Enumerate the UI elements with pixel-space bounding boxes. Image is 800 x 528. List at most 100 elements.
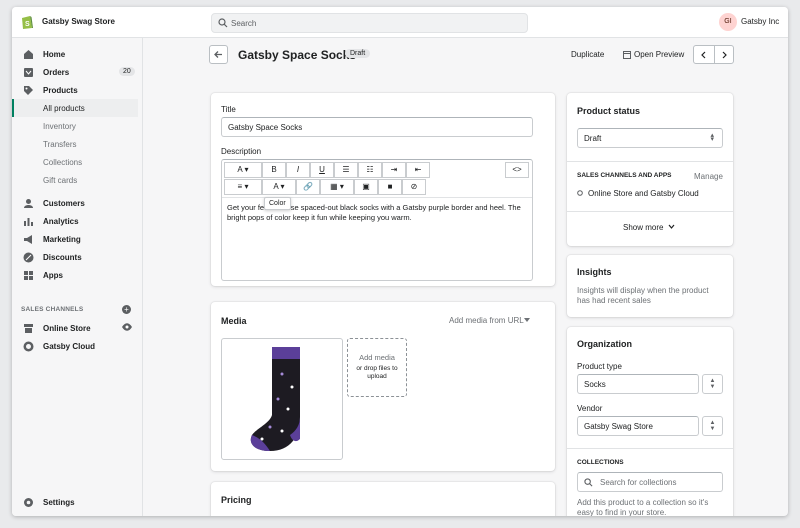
sales-channels-heading: SALES CHANNELS <box>21 306 84 313</box>
sidebar-item-discounts[interactable]: Discounts <box>12 248 143 266</box>
channel-status-circle-icon <box>577 190 583 196</box>
underline-button[interactable]: U <box>310 162 334 178</box>
text-color-dropdown[interactable]: A ▾ <box>262 179 296 195</box>
sidebar-item-home[interactable]: Home <box>12 45 143 63</box>
product-type-label: Product type <box>577 362 622 371</box>
megaphone-icon <box>24 235 32 244</box>
sidebar-item-customers[interactable]: Customers <box>12 194 143 212</box>
insert-image-button[interactable]: ▣ <box>354 179 378 195</box>
numbered-list-button[interactable]: ☷ <box>358 162 382 178</box>
org-divider <box>567 448 733 449</box>
italic-button[interactable]: I <box>286 162 310 178</box>
search-placeholder: Search <box>231 19 257 28</box>
description-editor[interactable]: A ▾ B I U ☰ ☷ ⇥ ⇤ <> ≡ ▾ A ▾ 🔗 ▦ ▾ ▣ ■ ⊘… <box>221 159 533 281</box>
discount-icon <box>23 252 34 263</box>
status-select[interactable]: Draft ▴ ▾ <box>577 128 723 148</box>
back-button[interactable] <box>209 45 228 64</box>
clear-format-button[interactable]: ⊘ <box>402 179 426 195</box>
sidebar-item-transfers[interactable]: Transfers <box>12 135 143 153</box>
search-icon <box>584 478 593 487</box>
align-dropdown[interactable]: ≡ ▾ <box>224 179 262 195</box>
gatsby-icon <box>23 341 34 352</box>
vendor-value: Gatsby Swag Store <box>584 422 653 431</box>
status-divider-2 <box>567 211 733 212</box>
product-status-title: Product status <box>577 106 641 116</box>
sidebar-item-collections[interactable]: Collections <box>12 153 143 171</box>
chevron-left-icon[interactable] <box>700 51 708 59</box>
vendor-input[interactable]: Gatsby Swag Store <box>577 416 699 436</box>
vendor-selector[interactable]: ▲ ▼ <box>702 416 723 436</box>
sidebar-item-orders[interactable]: Orders 20 <box>12 63 143 81</box>
bullet-list-button[interactable]: ☰ <box>334 162 358 178</box>
sidebar: Home Orders 20 Products All products Inv… <box>12 38 143 516</box>
insert-video-button[interactable]: ■ <box>378 179 402 195</box>
main-content: Gatsby Space Socks Draft Duplicate Open … <box>143 38 788 516</box>
media-card: Media Add media from URL Add media or dr… <box>211 302 555 471</box>
svg-text:S: S <box>25 21 30 28</box>
eye-icon[interactable] <box>122 323 132 331</box>
manage-channels-link[interactable]: Manage <box>694 172 723 181</box>
insights-title: Insights <box>577 267 612 277</box>
sidebar-item-settings[interactable]: Settings <box>12 493 143 511</box>
bold-button[interactable]: B <box>262 162 286 178</box>
status-select-value: Draft <box>584 134 602 143</box>
add-channel-icon[interactable]: + <box>122 305 131 314</box>
product-status-card: Product status Draft ▴ ▾ SALES CHANNELS A… <box>567 93 733 246</box>
select-arrows-icon: ▴ ▾ <box>710 132 714 143</box>
orders-icon <box>24 68 33 77</box>
arrow-left-icon <box>214 51 222 58</box>
indent-button[interactable]: ⇥ <box>382 162 406 178</box>
caret-down-icon <box>524 318 530 322</box>
code-view-button[interactable]: <> <box>505 162 529 178</box>
sidebar-item-label: Orders <box>43 68 70 77</box>
sidebar-item-label: Collections <box>43 158 83 167</box>
show-more-button[interactable]: Show more <box>623 223 663 232</box>
insights-card: Insights Insights will display when the … <box>567 255 733 317</box>
title-input[interactable]: Gatsby Space Socks <box>221 117 533 137</box>
avatar[interactable]: GI <box>719 13 737 31</box>
insights-text: Insights will display when the product h… <box>577 286 709 305</box>
product-image-sock[interactable] <box>221 338 343 460</box>
duplicate-button[interactable]: Duplicate <box>571 50 604 59</box>
product-type-value: Socks <box>584 380 606 389</box>
product-details-card: Title Gatsby Space Socks Description A ▾… <box>211 93 555 286</box>
sidebar-item-products[interactable]: Products <box>12 81 143 99</box>
product-type-selector[interactable]: ▲ ▼ <box>702 374 723 394</box>
font-dropdown[interactable]: A ▾ <box>224 162 262 178</box>
collections-search-input[interactable]: Search for collections <box>577 472 723 492</box>
sidebar-item-apps[interactable]: Apps <box>12 266 143 284</box>
sidebar-item-label: All products <box>43 104 85 113</box>
pagination <box>693 45 734 64</box>
account-name[interactable]: Gatsby Inc <box>741 17 779 26</box>
bar-chart-icon <box>24 218 33 226</box>
sidebar-item-analytics[interactable]: Analytics <box>12 212 143 230</box>
pricing-title: Pricing <box>221 495 252 505</box>
sidebar-item-gift-cards[interactable]: Gift cards <box>12 171 143 189</box>
dropzone-hint: or drop files to upload <box>356 365 398 380</box>
chevron-right-icon[interactable] <box>720 51 728 59</box>
sidebar-item-label: Customers <box>43 199 85 208</box>
status-badge: Draft <box>345 49 371 58</box>
sidebar-item-all-products[interactable]: All products <box>12 99 138 117</box>
sidebar-item-gatsby-cloud[interactable]: Gatsby Cloud <box>12 337 143 355</box>
sidebar-item-inventory[interactable]: Inventory <box>12 117 143 135</box>
media-dropzone[interactable]: Add media or drop files to upload <box>347 338 407 397</box>
sidebar-item-label: Apps <box>43 271 63 280</box>
search-bar[interactable]: Search <box>211 13 528 33</box>
sidebar-item-label: Products <box>43 86 78 95</box>
link-button[interactable]: 🔗 <box>296 179 320 195</box>
add-media-url-button[interactable]: Add media from URL <box>449 316 524 325</box>
pager-divider <box>714 46 715 63</box>
orders-count-badge: 20 <box>119 67 135 76</box>
sidebar-item-label: Settings <box>43 498 75 507</box>
table-dropdown[interactable]: ▦ ▾ <box>320 179 354 195</box>
sidebar-item-label: Home <box>43 50 66 59</box>
store-icon <box>24 324 33 333</box>
outdent-button[interactable]: ⇤ <box>406 162 430 178</box>
gear-icon <box>24 498 33 507</box>
product-type-input[interactable]: Socks <box>577 374 699 394</box>
collections-help-text: Add this product to a collection so it's… <box>577 498 709 516</box>
store-name[interactable]: Gatsby Swag Store <box>42 17 115 26</box>
open-preview-button[interactable]: Open Preview <box>634 50 684 59</box>
sidebar-item-marketing[interactable]: Marketing <box>12 230 143 248</box>
